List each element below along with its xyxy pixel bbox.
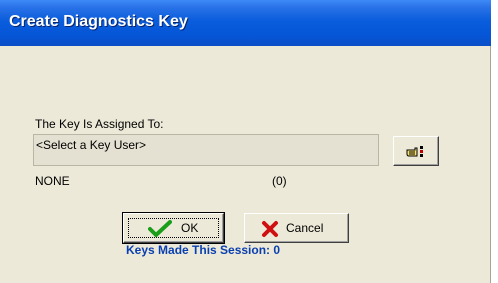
assigned-to-label: The Key Is Assigned To: (35, 117, 164, 131)
focus-rectangle (128, 218, 219, 238)
key-user-value: <Select a Key User> (36, 138, 147, 152)
hand-pointing-list-icon (406, 146, 423, 157)
cancel-button-label: Cancel (286, 221, 324, 235)
create-diagnostics-key-dialog: Create Diagnostics Key The Key Is Assign… (0, 0, 491, 283)
title-bar[interactable]: Create Diagnostics Key (0, 0, 491, 46)
cancel-button[interactable]: Cancel (244, 213, 349, 243)
ok-button-label: OK (181, 221, 199, 235)
assigned-user-count: (0) (272, 174, 287, 188)
assigned-user-name: NONE (35, 174, 70, 188)
red-x-icon (262, 221, 278, 237)
select-key-user-button[interactable] (393, 136, 439, 166)
keys-made-status: Keys Made This Session: 0 (126, 243, 281, 257)
window-title: Create Diagnostics Key (9, 13, 188, 30)
green-checkmark-icon (148, 220, 172, 237)
key-user-field: <Select a Key User> (33, 134, 379, 166)
ok-button[interactable]: OK (122, 212, 225, 244)
